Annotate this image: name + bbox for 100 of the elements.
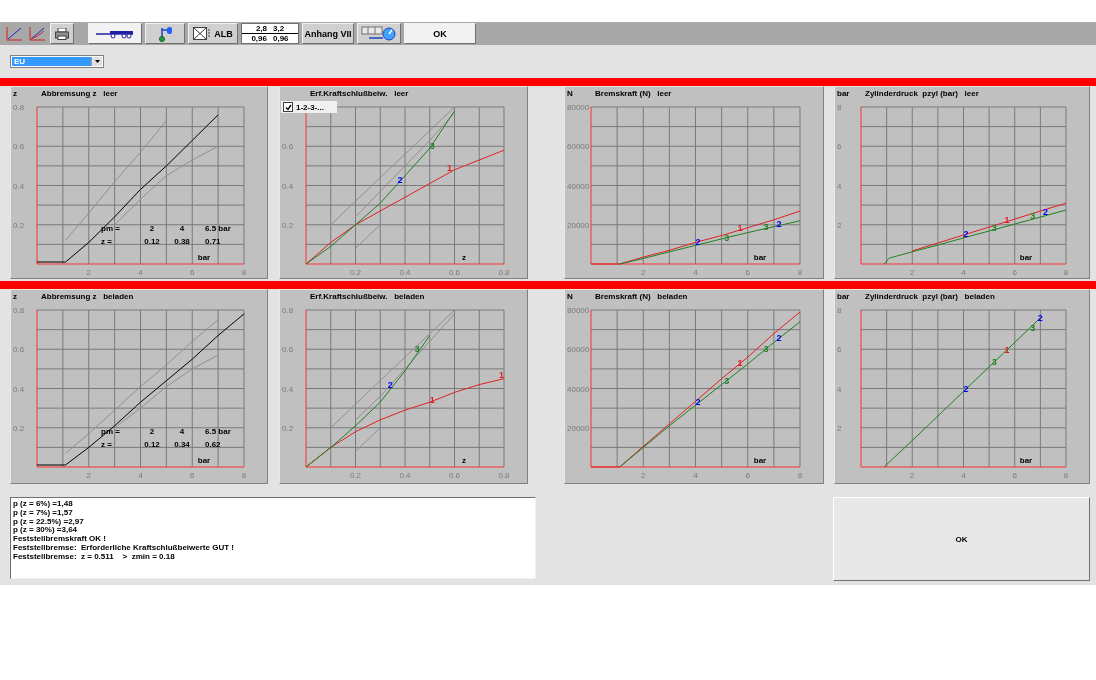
readout-value: 0.12 xyxy=(144,440,160,449)
tick-label: 6 xyxy=(1012,268,1017,277)
axis-title: z xyxy=(13,89,17,98)
curve-label: 1 xyxy=(429,395,435,406)
axis-title: bar xyxy=(837,89,850,98)
tick-label: 0.4 xyxy=(282,181,294,191)
tick-label: 0.6 xyxy=(282,345,294,355)
axis-title: bar xyxy=(1019,253,1033,262)
curve-label: 2 xyxy=(963,228,969,239)
tick-label: 0.6 xyxy=(13,142,25,152)
tick-label: 4 xyxy=(693,471,698,480)
readout-value: z = xyxy=(101,237,112,246)
axis-title: z xyxy=(462,253,466,262)
curve-label: 1 xyxy=(499,369,505,380)
tick-label: 0.2 xyxy=(349,471,362,480)
tick-label: 0.6 xyxy=(282,142,294,152)
message-line: Feststellbremse: z = 0.511 > zmin = 0.18 xyxy=(13,552,176,562)
message-line: Feststellbremskraft OK ! xyxy=(13,535,107,544)
curve-label: 1 xyxy=(737,222,743,233)
tick-label: 0.2 xyxy=(13,220,25,230)
chart-title: Abbremsung z leer xyxy=(41,89,118,98)
value-text: 2,8 xyxy=(255,24,267,33)
curve-label: 3 xyxy=(724,232,730,243)
chart-title: Abbremsung z beladen xyxy=(41,292,134,301)
curve-label: 2 xyxy=(963,383,969,394)
curve-label: 2 xyxy=(387,379,393,390)
curve-label: 2 xyxy=(776,333,782,344)
axis-title: bar xyxy=(753,456,767,465)
chart-title: Erf.Kraftschlußbeiw. beladen xyxy=(310,292,425,301)
readout-value: 6.5 bar xyxy=(205,427,231,436)
readout-value: 2 xyxy=(149,427,155,436)
readout-value: z = xyxy=(101,440,112,449)
tick-label: 0.2 xyxy=(282,220,294,230)
tick-label: 6 xyxy=(837,345,842,355)
tick-label: 0.6 xyxy=(448,471,461,480)
axis-title: bar xyxy=(197,253,211,262)
curve-label: 2 xyxy=(1043,207,1048,217)
curve-label: 3 xyxy=(1030,322,1036,333)
curve-label: 3 xyxy=(991,222,997,233)
chart-title: Bremskraft (N) leer xyxy=(595,89,672,98)
axis-title: N xyxy=(567,89,573,98)
tick-label: 4 xyxy=(138,268,143,277)
curve-label: 2 xyxy=(776,218,782,229)
tick-label: 0.2 xyxy=(282,423,294,433)
tick-label: 4 xyxy=(138,471,143,480)
tick-label: 4 xyxy=(961,471,966,480)
curve-label: 2 xyxy=(397,174,403,185)
curve-label: 2 xyxy=(695,397,701,408)
readout-value: 2 xyxy=(149,224,155,233)
value-text: 3,2 xyxy=(273,24,285,33)
axis-title: z xyxy=(462,456,466,465)
message-line: p (z = 22.5%) =2,97 xyxy=(13,517,85,526)
axis-title: N xyxy=(567,292,573,301)
readout-value: 0.34 xyxy=(174,440,190,449)
message-line: p (z = 30%) =3,64 xyxy=(13,526,78,536)
axis-title: z xyxy=(13,292,17,301)
message-line: Feststellbremse: Erforderliche Kraftschlußbeiwerte GUT ! xyxy=(13,544,235,553)
tick-label: 0.2 xyxy=(349,268,362,277)
curve-label: 3 xyxy=(763,221,769,232)
tick-label: 6 xyxy=(745,268,750,277)
tick-label: 2 xyxy=(86,268,91,277)
curve-label: 2 xyxy=(695,237,701,248)
chart-title: Erf.Kraftschlußbeiw. leer xyxy=(310,89,409,98)
readout-value: 0.12 xyxy=(144,237,160,246)
readout-value: 0.71 xyxy=(205,237,221,246)
chart-title: Zylinderdruck pzyl (bar) beladen xyxy=(865,292,995,301)
curve-label: 3 xyxy=(1030,210,1036,221)
axis-title: bar xyxy=(753,253,767,262)
curve-label: 3 xyxy=(991,357,997,367)
readout-value: 4 xyxy=(179,427,185,436)
tick-label: 4 xyxy=(693,268,698,277)
tick-label: 0.4 xyxy=(13,384,25,394)
readout-value: 0.62 xyxy=(205,440,221,449)
tick-label: 6 xyxy=(190,471,195,480)
value-text: 0,96 xyxy=(273,34,289,43)
tick-label: 6 xyxy=(190,268,195,277)
readout-value: 6.5 bar xyxy=(205,224,231,233)
curve-label: 1 xyxy=(1004,344,1010,355)
tick-label: 0.4 xyxy=(13,181,25,191)
curve-label: 1 xyxy=(447,162,453,173)
chart-title: Bremskraft (N) beladen xyxy=(595,292,688,301)
tick-label: 0.2 xyxy=(13,423,25,433)
value-text: 0,96 xyxy=(251,34,267,43)
tick-label: 60000 xyxy=(567,142,590,152)
axis-title: bar xyxy=(197,456,211,465)
curve-label: 3 xyxy=(724,375,730,386)
tick-label: 0.4 xyxy=(282,384,294,394)
readout-value: 4 xyxy=(179,224,185,233)
curve-label: 2 xyxy=(1037,312,1043,323)
readout-value: pm = xyxy=(101,224,120,233)
tick-label: 0.6 xyxy=(13,345,25,355)
tick-label: 6 xyxy=(837,142,842,152)
curve-label: 1 xyxy=(737,358,743,368)
tick-label: 60000 xyxy=(567,345,590,355)
curve-label: 3 xyxy=(429,141,435,152)
message-line: p (z = 6%) =1,48 xyxy=(13,500,74,508)
tick-label: 6 xyxy=(745,471,750,480)
tick-label: 2 xyxy=(86,471,91,480)
message-line: p (z = 7%) =1,57 xyxy=(13,508,73,517)
axis-title: bar xyxy=(837,292,850,301)
